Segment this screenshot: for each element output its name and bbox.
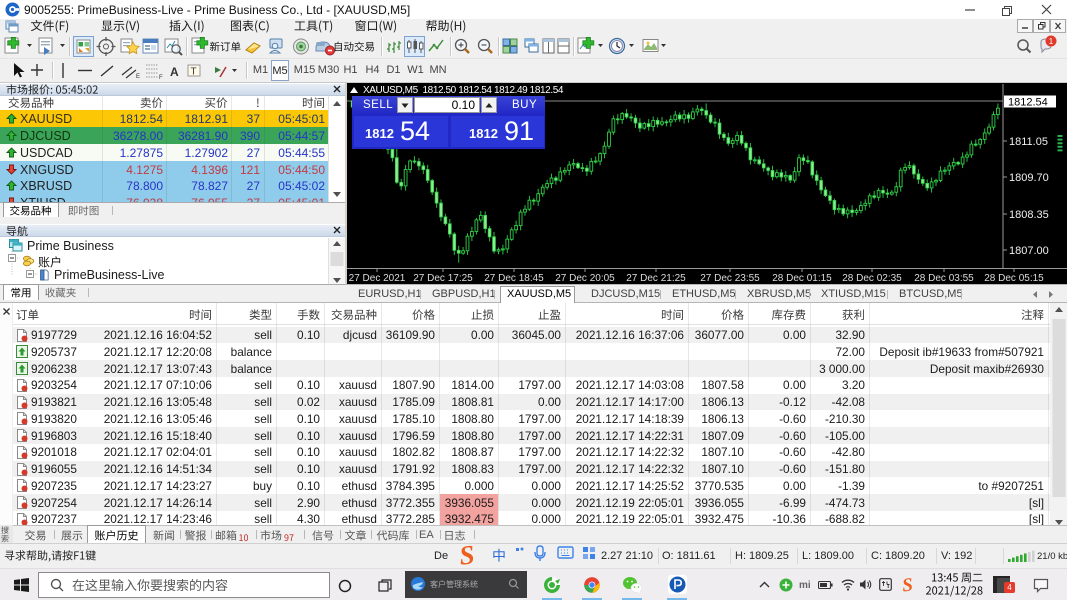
svg-text:1809.70: 1809.70 bbox=[1009, 172, 1049, 184]
svg-text:1: 1 bbox=[1049, 37, 1054, 46]
svg-text:27 Dec 21:25: 27 Dec 21:25 bbox=[626, 273, 686, 284]
svg-text:S: S bbox=[458, 542, 476, 569]
svg-text:E: E bbox=[136, 74, 140, 80]
svg-text:27 Dec 17:25: 27 Dec 17:25 bbox=[413, 273, 473, 284]
svg-text:1812.54: 1812.54 bbox=[1008, 97, 1048, 109]
svg-text:27 Dec 2021: 27 Dec 2021 bbox=[349, 273, 406, 284]
svg-text:28 Dec 01:15: 28 Dec 01:15 bbox=[772, 273, 832, 284]
svg-text:T: T bbox=[191, 67, 197, 78]
svg-text:27 Dec 20:05: 27 Dec 20:05 bbox=[555, 273, 615, 284]
svg-text:F: F bbox=[159, 75, 163, 81]
svg-text:28 Dec 03:55: 28 Dec 03:55 bbox=[914, 273, 974, 284]
svg-text:1807.00: 1807.00 bbox=[1009, 245, 1049, 257]
svg-text:S: S bbox=[901, 575, 914, 595]
svg-text:1808.35: 1808.35 bbox=[1009, 209, 1049, 221]
svg-text:27 Dec 18:45: 27 Dec 18:45 bbox=[484, 273, 544, 284]
svg-text:28 Dec 02:35: 28 Dec 02:35 bbox=[842, 273, 902, 284]
svg-text:1811.05: 1811.05 bbox=[1009, 136, 1048, 148]
svg-text:27 Dec 23:55: 27 Dec 23:55 bbox=[700, 273, 760, 284]
svg-text:28 Dec 05:15: 28 Dec 05:15 bbox=[984, 273, 1044, 284]
svg-text:A: A bbox=[170, 65, 179, 79]
